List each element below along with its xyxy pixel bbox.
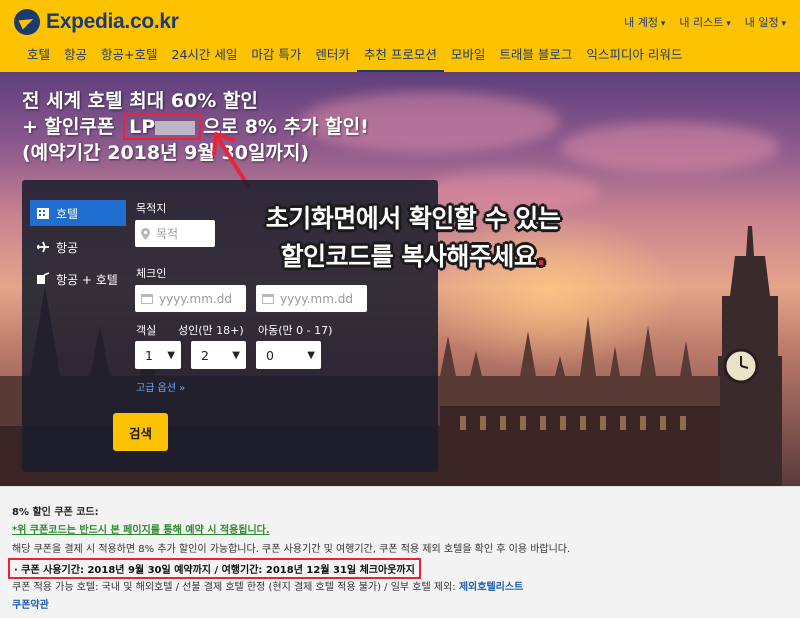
- overlay-line-2: 할인코드를 복사해주세요.: [280, 242, 546, 271]
- cloud: [560, 122, 780, 172]
- promo-headline: 전 세계 호텔 최대 60% 할인 + 할인쿠폰 LP 으로 8% 추가 할인! …: [22, 88, 369, 166]
- logo-text: Expedia.co.kr: [46, 10, 179, 33]
- calendar-icon: [262, 293, 274, 304]
- plane-logo-icon: [14, 9, 40, 35]
- coupon-info-title: 8% 할인 쿠폰 코드:: [12, 507, 99, 518]
- nav-mobile[interactable]: 모바일: [444, 40, 493, 73]
- checkin-input[interactable]: yyyy.mm.dd: [135, 285, 246, 312]
- coupon-warning-link[interactable]: *위 쿠폰코드는 반드시 본 페이지를 통해 예약 시 적용됩니다.: [12, 521, 270, 536]
- destination-label: 목적지: [136, 202, 167, 215]
- checkin-label: 체크인: [136, 267, 167, 280]
- nav-24h-sale[interactable]: 24시간 세일: [165, 40, 245, 73]
- headline-line-1: 전 세계 호텔 최대 60% 할인: [22, 90, 258, 112]
- coupon-period-highlight: · 쿠폰 사용기간: 2018년 9월 30일 예약까지 / 여행기간: 201…: [8, 558, 421, 579]
- plane-icon: [37, 241, 49, 253]
- nav-hotel[interactable]: 호텔: [20, 40, 57, 73]
- expedia-logo[interactable]: Expedia.co.kr: [14, 8, 179, 36]
- headline-line-3: (예약기간 2018년 9월 30일까지): [22, 142, 310, 164]
- chevron-down-icon: ▼: [232, 349, 240, 361]
- instruction-overlay: 초기화면에서 확인할 수 있는 할인코드를 복사해주세요.: [178, 200, 648, 276]
- site-header: Expedia.co.kr 내 계정 내 리스트 내 일정 호텔 항공 항공+호…: [0, 0, 800, 73]
- children-label: 아동(만 0 - 17): [258, 324, 333, 337]
- calendar-icon: [141, 293, 153, 304]
- my-itinerary-link[interactable]: 내 일정: [745, 14, 786, 30]
- main-nav: 호텔 항공 항공+호텔 24시간 세일 마감 특가 렌터카 추천 프로모션 모바…: [20, 40, 689, 73]
- advanced-options-link[interactable]: 고급 옵션 »: [136, 379, 185, 394]
- nav-flight-hotel[interactable]: 항공+호텔: [94, 40, 164, 73]
- location-pin-icon: [141, 227, 150, 240]
- hotel-icon: [37, 208, 49, 219]
- excluded-hotels-link[interactable]: 제외호텔리스트: [459, 582, 523, 593]
- hero-banner: 전 세계 호텔 최대 60% 할인 + 할인쿠폰 LP 으로 8% 추가 할인! …: [0, 72, 800, 486]
- coupon-hotels-text: 쿠폰 적용 가능 호텔: 국내 및 해외호텔 / 선불 결제 호텔 한정 (현지…: [12, 582, 524, 593]
- search-button[interactable]: 검색: [113, 413, 168, 451]
- nav-rewards[interactable]: 익스피디아 리워드: [579, 40, 689, 73]
- coupon-info-section: 8% 할인 쿠폰 코드: *위 쿠폰코드는 반드시 본 페이지를 통해 예약 시…: [0, 486, 800, 618]
- account-links: 내 계정 내 리스트 내 일정: [624, 14, 786, 30]
- my-account-link[interactable]: 내 계정: [624, 14, 665, 30]
- my-list-link[interactable]: 내 리스트: [679, 14, 730, 30]
- plane-hotel-icon: [37, 272, 50, 284]
- search-tabs: 호텔 항공 항공 + 호텔: [30, 200, 126, 316]
- adults-select[interactable]: 2 ▼: [191, 341, 246, 369]
- checkout-input[interactable]: yyyy.mm.dd: [256, 285, 367, 312]
- rooms-label: 객실: [136, 324, 157, 337]
- headline-line-2: + 할인쿠폰 LP 으로 8% 추가 할인!: [22, 114, 369, 140]
- tab-flight[interactable]: 항공: [30, 234, 126, 260]
- adults-label: 성인(만 18+): [178, 324, 244, 337]
- coupon-description: 해당 쿠폰을 결제 시 적용하면 8% 추가 할인이 가능합니다. 쿠폰 사용기…: [12, 544, 571, 555]
- coupon-code-highlight: LP: [123, 114, 202, 140]
- coupon-terms-link[interactable]: 쿠폰약관: [12, 596, 49, 611]
- nav-flight[interactable]: 항공: [57, 40, 94, 73]
- chevron-down-icon: ▼: [307, 349, 315, 361]
- tab-hotel[interactable]: 호텔: [30, 200, 126, 226]
- blurred-code: [155, 120, 196, 135]
- rooms-select[interactable]: 1 ▼: [135, 341, 181, 369]
- nav-travel-blog[interactable]: 트래블 블로그: [492, 40, 579, 73]
- chevron-down-icon: ▼: [167, 349, 175, 361]
- nav-car-rental[interactable]: 렌터카: [308, 40, 357, 73]
- nav-last-minute[interactable]: 마감 특가: [244, 40, 308, 73]
- nav-promotions[interactable]: 추천 프로모션: [356, 40, 444, 73]
- children-select[interactable]: 0 ▼: [256, 341, 321, 369]
- tab-flight-hotel[interactable]: 항공 + 호텔: [30, 268, 126, 308]
- overlay-line-1: 초기화면에서 확인할 수 있는: [265, 204, 561, 233]
